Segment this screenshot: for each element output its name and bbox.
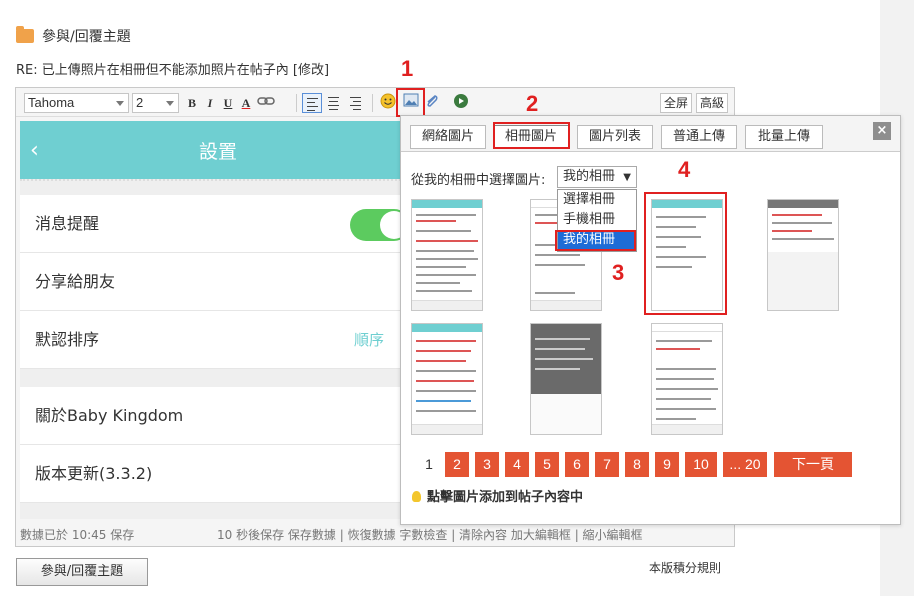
annotation-box-1 [396,88,425,117]
align-right-icon[interactable] [346,93,366,113]
bold-button[interactable]: B [182,93,202,113]
editor-statusbar: 數據已於 10:45 保存 10 秒後保存 保存數據 | 恢復數據 字數檢查 |… [16,525,734,546]
align-center-icon[interactable] [324,93,344,113]
page-current: 1 [425,456,433,472]
album-thumbnail[interactable] [651,323,723,435]
text-color-button[interactable]: A [236,93,256,113]
settings-row-value: 順序 [354,331,385,349]
link-chain-icon[interactable] [256,93,276,113]
tab-normal-upload[interactable]: 普通上傳 [661,125,737,149]
page-header: 參與/回覆主題 [16,26,131,46]
advanced-button[interactable]: 高級 [696,93,729,113]
page-link-last[interactable]: ... 20 [723,452,767,477]
settings-row-label: 默認排序 [35,330,100,349]
font-size-value: 2 [136,95,144,110]
page-link[interactable]: 3 [475,452,499,477]
page-link[interactable]: 7 [595,452,619,477]
settings-row-label: 關於Baby Kingdom [35,406,184,425]
font-family-select[interactable]: Tahoma [24,93,129,113]
phone-screenshot: ‹ 設置 消息提醒 分享給朋友 默認排序 順序 關於Baby Kingdom 版… [20,121,416,519]
phone-header: ‹ 設置 [20,121,416,179]
annotation-box-4 [644,192,727,315]
close-icon[interactable]: × [873,122,891,140]
font-size-select[interactable]: 2 [132,93,179,113]
album-thumbnail[interactable] [530,323,602,435]
album-select[interactable]: 我的相冊 ▼ [557,166,637,188]
page-link[interactable]: 4 [505,452,529,477]
album-select-value: 我的相冊 [563,169,616,184]
settings-row-version: 版本更新(3.3.2) [20,445,416,503]
italic-button[interactable]: I [200,93,220,113]
lightbulb-icon [412,491,421,502]
next-page-button[interactable]: 下一頁 [774,452,852,477]
album-thumbnail[interactable] [411,199,483,311]
annotation-label-4: 4 [678,157,691,182]
page-link[interactable]: 8 [625,452,649,477]
album-option-phone[interactable]: 手機相冊 [558,210,636,230]
album-label: 從我的相冊中選擇圖片: [411,173,546,188]
underline-button[interactable]: U [218,93,238,113]
submit-reply-button[interactable]: 參與/回覆主題 [16,558,148,586]
autosave-status: 數據已於 10:45 保存 [20,528,135,542]
dialog-tip: 點擊圖片添加到帖子內容中 [412,486,583,505]
page-link[interactable]: 9 [655,452,679,477]
dropdown-triangle-icon: ▼ [623,172,631,183]
image-dialog: 網絡圖片 相冊圖片 圖片列表 普通上傳 批量上傳 × 從我的相冊中選擇圖片: 我… [400,115,901,525]
folder-icon [16,26,34,43]
album-option-select[interactable]: 選擇相冊 [558,190,636,210]
page-link[interactable]: 6 [565,452,589,477]
settings-row-label: 版本更新(3.3.2) [35,464,153,483]
page-title: 參與/回覆主題 [42,29,131,45]
settings-row-label: 分享給朋友 [35,272,116,291]
annotation-label-3: 3 [612,260,625,285]
tab-web-image[interactable]: 網絡圖片 [410,125,486,149]
dialog-tabs: 網絡圖片 相冊圖片 圖片列表 普通上傳 批量上傳 × [401,116,900,152]
settings-row-about: 關於Baby Kingdom [20,387,416,445]
annotation-box-3 [555,230,636,251]
tab-image-list[interactable]: 圖片列表 [577,125,653,149]
page-link[interactable]: 2 [445,452,469,477]
dialog-tip-text: 點擊圖片添加到帖子內容中 [427,490,584,505]
editor-actions[interactable]: 10 秒後保存 保存數據 | 恢復數據 字數檢查 | 清除內容 加大編輯框 | … [217,525,643,546]
editor-toolbar: Tahoma 2 B I U A 全屏 高級 [16,88,734,117]
page-link[interactable]: 10 [685,452,717,477]
emoji-icon[interactable] [378,93,398,113]
fullscreen-button[interactable]: 全屏 [660,93,693,113]
annotation-box-2 [493,122,570,149]
attachment-icon[interactable] [422,93,442,113]
forum-rules-link[interactable]: 本版積分規則 [649,559,721,576]
align-left-icon[interactable] [302,93,322,113]
tab-batch-upload[interactable]: 批量上傳 [745,125,823,149]
annotation-label-1: 1 [401,56,414,81]
album-thumbnail[interactable] [767,199,839,311]
settings-row-notifications: 消息提醒 [20,195,416,253]
media-icon[interactable] [451,93,471,113]
phone-title: 設置 [198,141,237,163]
annotation-label-2: 2 [526,91,539,116]
page-link[interactable]: 5 [535,452,559,477]
settings-row-label: 消息提醒 [35,214,100,233]
font-family-value: Tahoma [28,95,75,110]
settings-row-share: 分享給朋友 [20,253,416,311]
album-thumbnail[interactable] [411,323,483,435]
settings-row-sort: 默認排序 順序 [20,311,416,369]
post-subject: RE: 已上傳照片在相冊但不能添加照片在帖子內 [修改] [16,63,330,78]
